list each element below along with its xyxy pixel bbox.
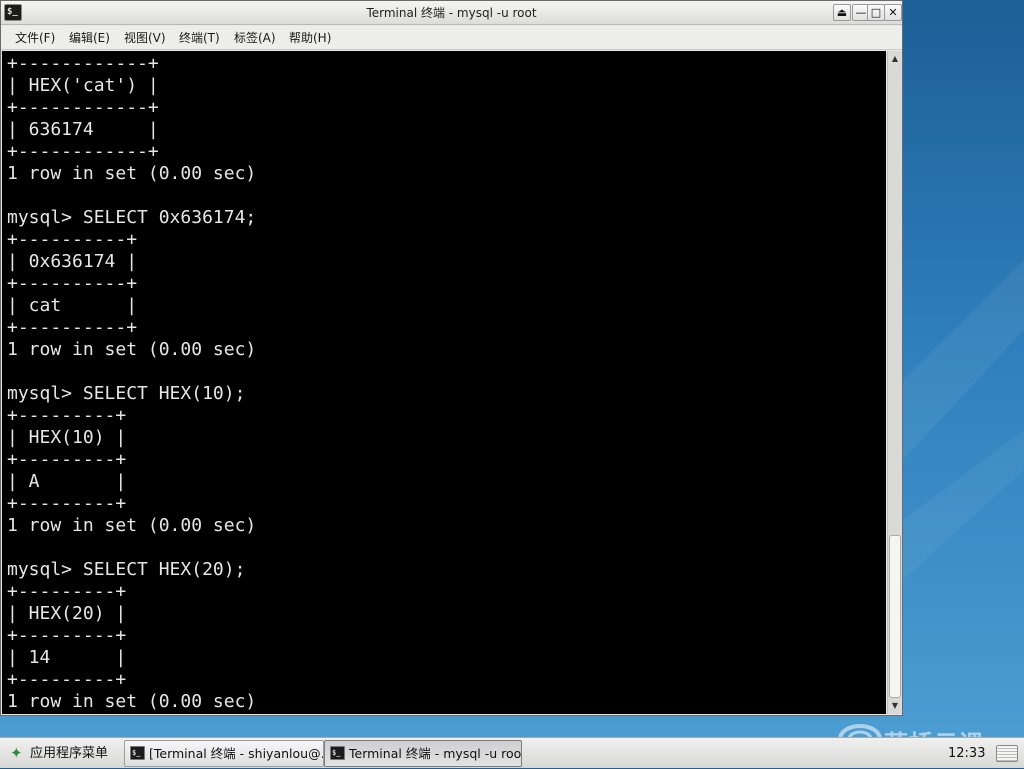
keyboard-tray-icon[interactable]	[996, 745, 1018, 762]
terminal-line: mysql> SELECT HEX(10);	[7, 383, 246, 404]
terminal-line: | HEX(10) |	[7, 427, 127, 448]
terminal-line: 1 row in set (0.00 sec)	[7, 691, 257, 712]
vertical-scrollbar[interactable]: ▲ ▼	[887, 51, 902, 714]
terminal-line: mysql> SELECT HEX(20);	[7, 559, 246, 580]
terminal-lines: +------------+ | HEX('cat') | +-----------…	[7, 53, 256, 713]
terminal-line: | cat |	[7, 295, 138, 316]
task-terminal-mysql[interactable]: $_ Terminal 终端 - mysql -u root	[324, 740, 522, 767]
terminal-output[interactable]: +------------+ | HEX('cat') | +-----------…	[2, 51, 886, 714]
terminal-line: +---------+	[7, 405, 127, 426]
scroll-up-arrow-icon[interactable]: ▲	[889, 53, 901, 65]
terminal-line: | 636174 |	[7, 119, 159, 140]
scroll-down-arrow-icon[interactable]: ▼	[889, 700, 901, 712]
menu-terminal[interactable]: 终端(T)	[176, 26, 223, 50]
terminal-line: +---------+	[7, 493, 127, 514]
scroll-thumb[interactable]	[889, 535, 901, 698]
terminal-line: +----------+	[7, 317, 138, 338]
close-button[interactable]: ✕	[884, 4, 902, 21]
applications-menu-label: 应用程序菜单	[30, 746, 109, 761]
terminal-line: +----------+	[7, 273, 138, 294]
terminal-line: mysql> SELECT 0x636174;	[7, 207, 257, 228]
title-bar[interactable]: $_ Terminal 终端 - mysql -u root ⏏ — □ ✕	[1, 1, 902, 25]
terminal-task-icon: $_	[130, 746, 145, 760]
task-label: [Terminal 终端 - shiyanlou@…	[149, 746, 324, 761]
terminal-line: +---------+	[7, 669, 127, 690]
menu-edit[interactable]: 编辑(E)	[66, 26, 113, 50]
task-label: Terminal 终端 - mysql -u root	[349, 746, 522, 761]
terminal-line: | 0x636174 |	[7, 251, 138, 272]
menu-help[interactable]: 帮助(H)	[286, 26, 334, 50]
terminal-line: | HEX('cat') |	[7, 75, 159, 96]
terminal-line: | A |	[7, 471, 127, 492]
clock[interactable]: 12:33	[948, 738, 985, 769]
terminal-window: $_ Terminal 终端 - mysql -u root ⏏ — □ ✕ 文…	[0, 0, 903, 716]
terminal-line: +---------+	[7, 449, 127, 470]
taskbar: ✦ 应用程序菜单 $_ [Terminal 终端 - shiyanlou@… $…	[0, 737, 1024, 768]
terminal-line: +---------+	[7, 581, 127, 602]
menu-tabs[interactable]: 标签(A)	[231, 26, 279, 50]
terminal-line: 1 row in set (0.00 sec)	[7, 339, 257, 360]
menu-view[interactable]: 视图(V)	[121, 26, 169, 50]
menu-file[interactable]: 文件(F)	[12, 26, 58, 50]
terminal-line: +---------+	[7, 625, 127, 646]
terminal-line: | 14 |	[7, 647, 127, 668]
applications-menu-button[interactable]: ✦ 应用程序菜单	[4, 741, 114, 766]
terminal-line: +----------+	[7, 229, 138, 250]
terminal-line: 1 row in set (0.00 sec)	[7, 163, 257, 184]
terminal-line: +------------+	[7, 97, 159, 118]
terminal-line: +------------+	[7, 141, 159, 162]
maximize-button[interactable]: □	[867, 4, 885, 21]
terminal-line: | HEX(20) |	[7, 603, 127, 624]
terminal-line: 1 row in set (0.00 sec)	[7, 515, 257, 536]
terminal-line: +------------+	[7, 53, 159, 74]
scroll-track[interactable]	[889, 67, 901, 698]
terminal-task-icon: $_	[330, 746, 345, 760]
shade-button[interactable]: ⏏	[833, 4, 851, 21]
app-menu-logo-icon: ✦	[10, 744, 23, 762]
window-title: Terminal 终端 - mysql -u root	[366, 6, 537, 20]
task-terminal-shiyanlou[interactable]: $_ [Terminal 终端 - shiyanlou@…	[124, 740, 324, 767]
menu-bar: 文件(F) 编辑(E) 视图(V) 终端(T) 标签(A) 帮助(H)	[1, 26, 902, 50]
